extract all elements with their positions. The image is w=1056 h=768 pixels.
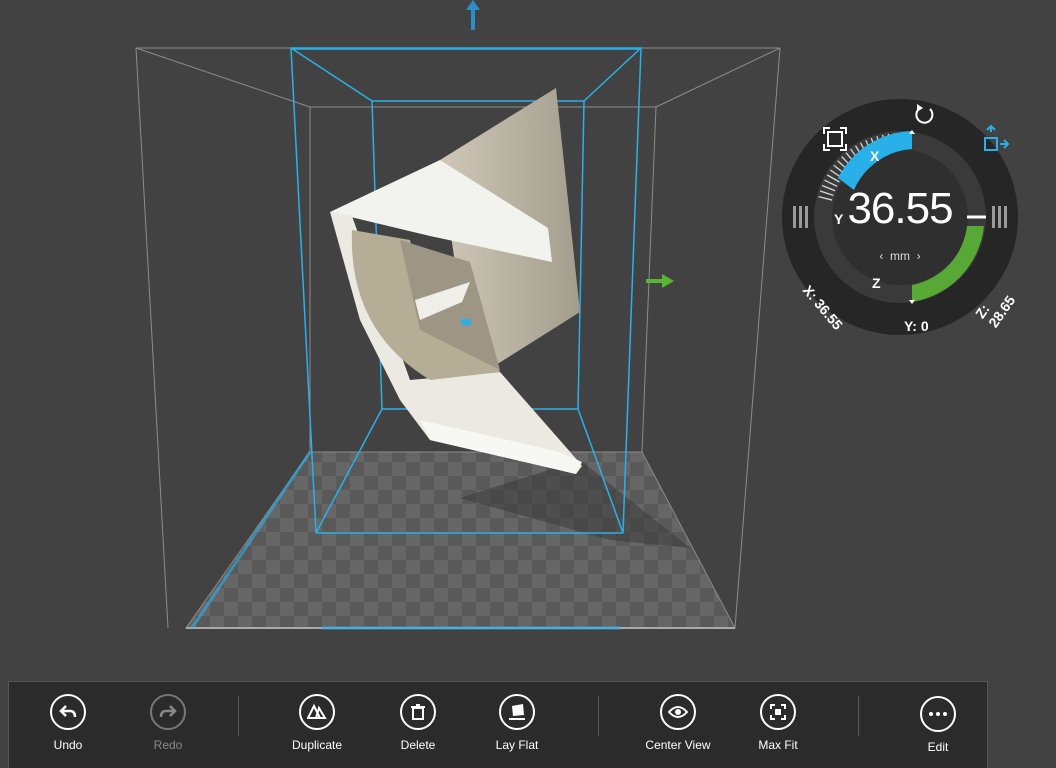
- delete-label: Delete: [400, 738, 436, 752]
- chevron-left-icon[interactable]: ‹: [879, 249, 883, 263]
- dial-unit-selector[interactable]: ‹ mm ›: [782, 249, 1018, 263]
- eye-icon: [660, 694, 696, 730]
- redo-label: Redo: [153, 738, 183, 752]
- max-fit-icon: [760, 694, 796, 730]
- bottom-toolbar: Undo Redo Duplicate Delete Lay Flat Cent…: [8, 681, 988, 768]
- z-axis-arrow-icon[interactable]: [466, 0, 480, 30]
- lay-flat-label: Lay Flat: [495, 738, 539, 752]
- duplicate-button[interactable]: Duplicate: [272, 694, 362, 752]
- trash-icon: [400, 694, 436, 730]
- redo-button[interactable]: Redo: [123, 694, 213, 752]
- duplicate-label: Duplicate: [291, 738, 343, 752]
- chevron-right-icon[interactable]: ›: [917, 249, 921, 263]
- undo-button[interactable]: Undo: [23, 694, 113, 752]
- dial-value[interactable]: 36.55: [782, 184, 1018, 234]
- delete-button[interactable]: Delete: [373, 694, 463, 752]
- more-icon: [920, 696, 956, 732]
- lay-flat-button[interactable]: Lay Flat: [472, 694, 562, 752]
- redo-icon: [150, 694, 186, 730]
- toolbar-divider: [858, 696, 859, 736]
- toolbar-divider: [598, 696, 599, 736]
- lay-flat-icon: [499, 694, 535, 730]
- toolbar-divider: [238, 696, 239, 736]
- center-view-label: Center View: [645, 738, 711, 752]
- edit-label: Edit: [927, 740, 949, 754]
- center-view-button[interactable]: Center View: [633, 694, 723, 752]
- dial-unit-label: mm: [890, 249, 910, 263]
- x-axis-arrow-icon[interactable]: [646, 274, 674, 288]
- 3d-model[interactable]: [330, 88, 582, 474]
- max-fit-label: Max Fit: [758, 738, 798, 752]
- undo-icon: [50, 694, 86, 730]
- transform-dial[interactable]: X Y Z 36.55 ‹ mm › X: 36.55 Y: 0 Z: 28.6…: [782, 86, 1018, 348]
- readout-y: Y: 0: [904, 318, 929, 334]
- duplicate-icon: [299, 694, 335, 730]
- max-fit-button[interactable]: Max Fit: [733, 694, 823, 752]
- edit-button[interactable]: Edit: [893, 696, 983, 754]
- axis-label-x[interactable]: X: [870, 148, 879, 164]
- axis-label-z[interactable]: Z: [872, 275, 881, 291]
- undo-label: Undo: [53, 738, 83, 752]
